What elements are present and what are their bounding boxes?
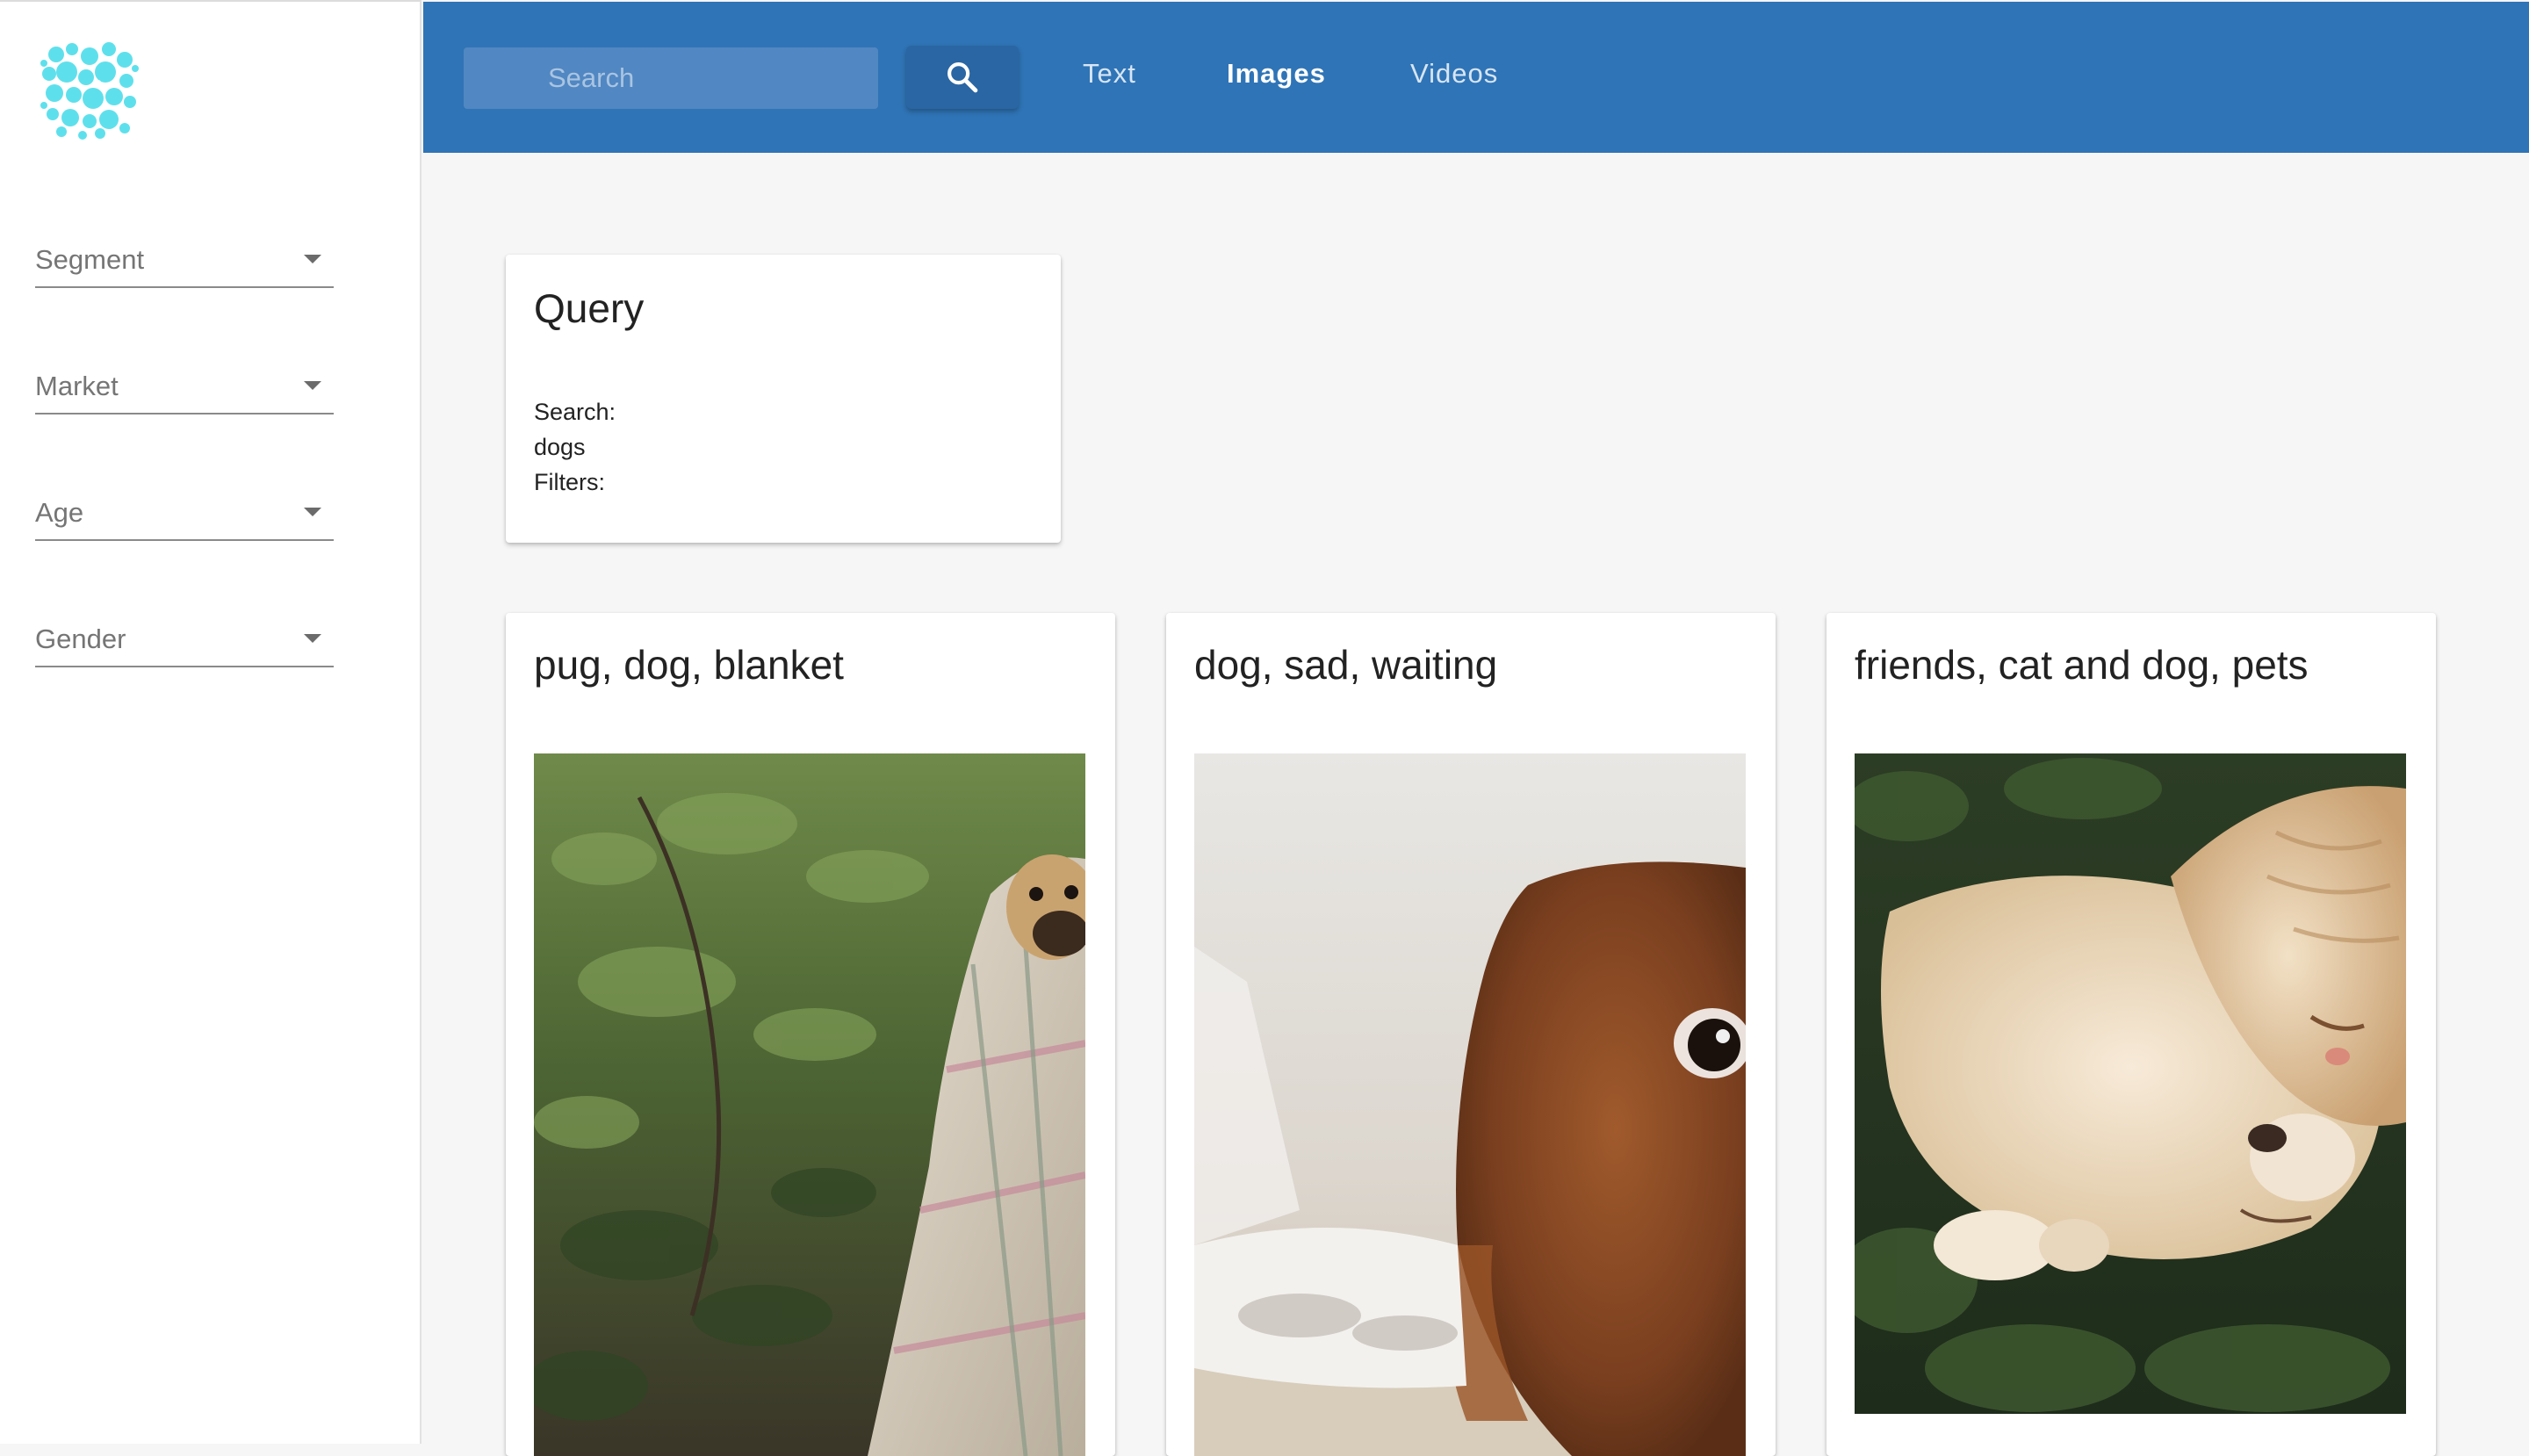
result-card-title: pug, dog, blanket: [534, 642, 844, 688]
market-select[interactable]: Market: [35, 362, 334, 414]
result-image-cat-and-dog[interactable]: [1855, 753, 2406, 1414]
segment-select-label: Segment: [35, 244, 145, 275]
age-select-label: Age: [35, 497, 84, 528]
result-card-title: dog, sad, waiting: [1194, 642, 1498, 688]
chevron-down-icon: [304, 634, 321, 643]
market-select-label: Market: [35, 371, 119, 401]
search-input[interactable]: [464, 47, 878, 109]
result-image-pug[interactable]: [534, 753, 1085, 1456]
result-card[interactable]: friends, cat and dog, pets: [1826, 613, 2436, 1456]
age-select[interactable]: Age: [35, 488, 334, 541]
query-card: Query Search: dogs Filters:: [506, 255, 1061, 543]
chevron-down-icon: [304, 381, 321, 390]
result-card-title: friends, cat and dog, pets: [1855, 642, 2309, 688]
sidebar: Segment Market Age Gender: [0, 0, 422, 1444]
chevron-down-icon: [304, 508, 321, 516]
gender-select[interactable]: Gender: [35, 615, 334, 667]
tab-text[interactable]: Text: [1083, 58, 1136, 90]
search-button[interactable]: [906, 46, 1019, 109]
tab-images[interactable]: Images: [1227, 58, 1326, 90]
query-filters-label: Filters:: [534, 469, 605, 495]
result-image-sad-dog[interactable]: [1194, 753, 1746, 1456]
chevron-down-icon: [304, 255, 321, 263]
top-bar: Text Images Videos: [423, 2, 2529, 153]
query-search-label: Search:: [534, 399, 616, 425]
result-card[interactable]: pug, dog, blanket: [506, 613, 1115, 1456]
query-search-value: dogs: [534, 434, 586, 460]
gender-select-label: Gender: [35, 623, 126, 654]
search-icon: [947, 62, 978, 93]
segment-select[interactable]: Segment: [35, 235, 334, 288]
logo: [37, 37, 142, 142]
tab-videos[interactable]: Videos: [1410, 58, 1498, 90]
query-card-title: Query: [534, 285, 645, 331]
result-card[interactable]: dog, sad, waiting: [1166, 613, 1776, 1456]
